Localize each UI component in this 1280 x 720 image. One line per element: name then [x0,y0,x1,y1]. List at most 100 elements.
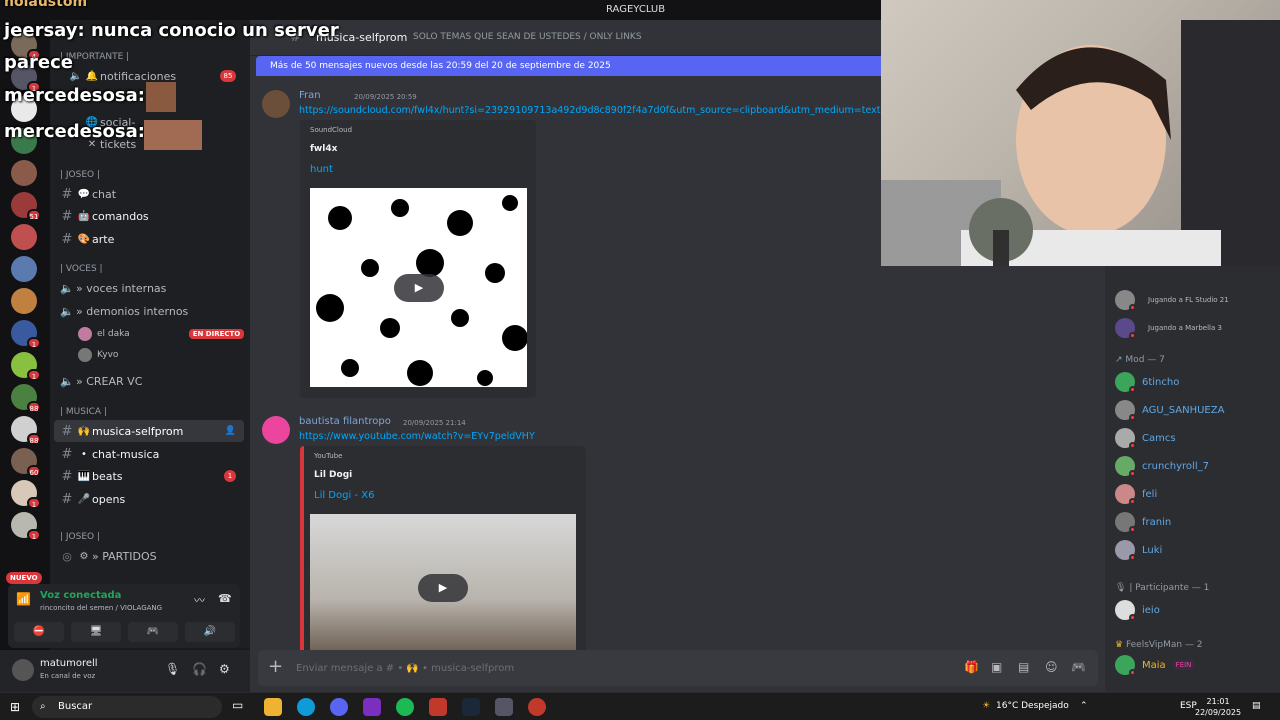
server-icon[interactable] [11,256,37,282]
speaker-icon: 🔈 [60,304,74,318]
server-icon[interactable]: 88 [11,384,41,413]
member-item[interactable]: Maia FEIN [1115,655,1195,676]
play-button[interactable]: ▶ [394,274,444,302]
gear-icon[interactable]: ⚙ [219,662,230,676]
canva-icon[interactable] [363,698,381,716]
app-icon[interactable] [495,698,513,716]
member-item[interactable]: Camcs [1115,428,1176,449]
voice-user-el-daka[interactable]: el daka EN DIRECTO [78,327,245,341]
notification-icon[interactable]: ▤ [1252,701,1261,711]
message-link[interactable]: https://soundcloud.com/fwl4x/hunt?si=239… [299,105,912,116]
channel-chat-musica[interactable]: # • chat-musica [54,443,244,465]
voice-user-kyvo[interactable]: Kyvo [78,348,118,362]
headphones-icon[interactable]: 🎧 [192,662,207,676]
server-icon[interactable]: 1 [11,512,41,541]
member-activity: Jugando a FL Studio 21 [1148,296,1229,304]
soundcloud-embed: SoundCloud fwl4x hunt ▶ [300,120,536,398]
server-icon[interactable]: 1 [11,352,41,381]
avatar[interactable] [262,416,290,444]
member-item[interactable]: Jugando a FL Studio 21 [1115,290,1229,311]
message-author[interactable]: bautista filantropo [299,416,391,427]
channel-partidos[interactable]: ◎ ⚙ » PARTIDOS [54,545,244,567]
obs-icon[interactable] [528,698,546,716]
windows-start-icon[interactable]: ⊞ [10,700,20,714]
soundwave-icon[interactable]: 〰 [194,592,205,608]
file-explorer-icon[interactable] [264,698,282,716]
avatar[interactable] [262,90,290,118]
member-item[interactable]: AGU_SANHUEZA [1115,400,1224,421]
add-member-icon[interactable]: 👤 [225,426,236,436]
channel-label: » PARTIDOS [92,549,157,563]
category-joseo-2[interactable]: | JOSEO | [60,532,100,542]
clock[interactable]: 21:01 22/09/2025 [1195,696,1241,718]
disconnect-icon[interactable]: ☎ [218,592,232,605]
steam-icon[interactable] [462,698,480,716]
member-item[interactable]: Jugando a Marbella 3 [1115,318,1222,339]
spotify-icon[interactable] [396,698,414,716]
voice-connection-panel: 📶 Voz conectada rinconcito del semen / V… [8,584,240,648]
gift-icon[interactable]: 🎁 [964,660,979,674]
sticker-icon[interactable]: ▤ [1018,660,1029,674]
chevron-up-icon[interactable]: ⌃ [1080,701,1088,711]
channel-topic[interactable]: SOLO TEMAS QUE SEAN DE USTEDES / ONLY LI… [413,32,642,42]
embed-author[interactable]: fwl4x [310,144,337,154]
member-item[interactable]: ieio [1115,600,1160,621]
embed-author[interactable]: Lil Dogi [314,470,352,480]
discord-taskbar-icon[interactable] [330,698,348,716]
member-item[interactable]: Luki [1115,540,1162,561]
server-icon[interactable]: 1 [11,480,41,509]
gif-icon[interactable]: ▣ [991,660,1002,674]
soundboard-icon: 🔊 [203,626,217,637]
embed-title[interactable]: Lil Dogi - X6 [314,490,374,501]
weather-icon[interactable]: ☀ [982,701,990,711]
play-button[interactable]: ▶ [418,574,468,602]
member-item[interactable]: 6tincho [1115,372,1179,393]
member-item[interactable]: crunchyroll_7 [1115,456,1209,477]
message-author[interactable]: Fran [299,90,321,101]
app-icon[interactable] [429,698,447,716]
emoji-icon[interactable]: ☺ [1045,660,1058,674]
soundboard-button[interactable]: 🔊 [185,622,235,642]
channel-musica-selfprom[interactable]: # 🙌 musica-selfprom 👤 [54,420,244,442]
embed-title[interactable]: hunt [310,164,333,175]
microphone-icon[interactable]: 🎙 [165,662,180,676]
camera-off-button[interactable]: ⛔ [14,622,64,642]
voice-channel-crear-vc[interactable]: 🔈 » CREAR VC [54,370,244,392]
server-icon[interactable] [11,224,37,250]
weather-text[interactable]: 16°C Despejado [996,701,1069,711]
avatar[interactable] [12,659,34,681]
screen-share-button[interactable]: 🖥 [71,622,121,642]
channel-label: comandos [92,209,149,223]
category-voces[interactable]: | VOCES | [60,264,103,274]
channel-opens[interactable]: # 🎤 opens [54,488,244,510]
member-item[interactable]: franin [1115,512,1171,533]
message-link[interactable]: https://www.youtube.com/watch?v=EYv7peld… [299,431,535,442]
server-icon[interactable]: 1 [11,320,41,349]
server-icon[interactable]: 88 [11,416,41,445]
channel-arte[interactable]: # 🎨 arte [54,228,244,250]
channel-beats[interactable]: # 🎹 beats 1 [54,465,244,487]
voice-channel-voces-internas[interactable]: 🔈 » voces internas [54,277,244,299]
task-view-icon[interactable]: ▭ [232,698,250,716]
clock-time: 21:01 [1206,697,1230,706]
channel-comandos[interactable]: # 🤖 comandos [54,205,244,227]
member-item[interactable]: feli [1115,484,1157,505]
category-joseo[interactable]: | JOSEO | [60,170,100,180]
activity-button[interactable]: 🎮 [128,622,178,642]
channel-chat[interactable]: # 💬 chat [54,183,244,205]
message-input[interactable] [296,658,896,678]
server-icon[interactable] [11,288,37,314]
edge-icon[interactable] [297,698,315,716]
channel-label: musica-selfprom [92,424,184,438]
taskbar-search[interactable]: ⌕ Buscar [32,696,222,718]
voice-channel-demonios-internos[interactable]: 🔈 » demonios internos [54,300,244,322]
server-icon[interactable]: 51 [11,192,41,221]
plus-icon[interactable]: + [268,656,283,677]
gamepad-icon[interactable]: 🎮 [1071,660,1086,674]
category-musica[interactable]: | MUSICA | [60,407,107,417]
server-icon[interactable]: 60 [11,448,41,477]
new-messages-bar[interactable]: Más de 50 mensajes nuevos desde las 20:5… [256,56,886,76]
music-note-icon: • [81,448,87,460]
server-icon[interactable] [11,160,37,186]
user-name[interactable]: matumorell [40,658,98,669]
